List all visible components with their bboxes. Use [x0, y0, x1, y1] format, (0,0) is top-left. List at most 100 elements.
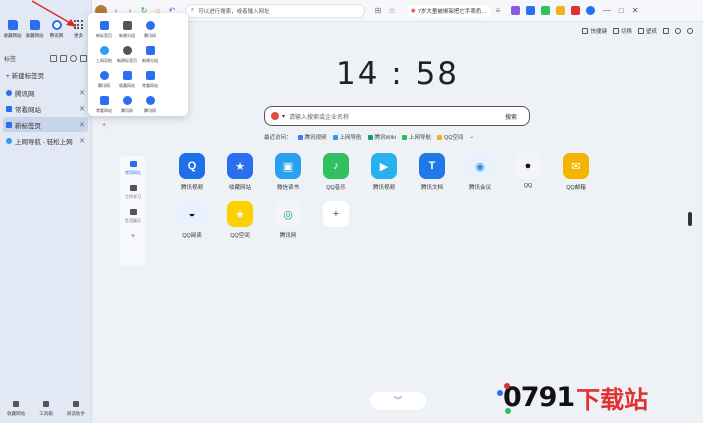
compass-icon	[122, 96, 132, 105]
recent-item[interactable]: 上网导航	[332, 133, 362, 141]
app-shortcut[interactable]: ★ QQ空间	[216, 201, 264, 249]
minimize-button[interactable]: —	[603, 6, 611, 15]
chevron-down-icon[interactable]: ▾	[282, 113, 285, 120]
menu-icon[interactable]: ≡	[491, 4, 505, 18]
popup-item[interactable]: 新标签页	[93, 19, 115, 43]
add-category-button[interactable]: +	[131, 233, 135, 240]
extension-icon[interactable]	[570, 6, 580, 15]
search-engine-icon[interactable]	[271, 112, 279, 120]
switch-button[interactable]: 切换	[612, 27, 632, 35]
copy-icon[interactable]	[50, 54, 57, 62]
switch-icon	[612, 28, 619, 34]
new-tab-button[interactable]: + 新建标签页	[0, 70, 91, 84]
gear-icon[interactable]	[675, 28, 681, 34]
search-icon: ⌕	[191, 7, 195, 13]
popup-item[interactable]: 腾讯网	[139, 19, 161, 43]
extension-icon[interactable]	[555, 6, 565, 15]
shirt-icon[interactable]	[663, 28, 669, 34]
star-icon[interactable]: ☆	[385, 4, 399, 18]
app-grid: Q 腾讯视频 ★ 收藏网站 ▣ 微信读书 ♪ QQ音乐 ▶ 腾讯视频 T 腾讯文档 ◉ 腾讯会…	[168, 153, 608, 249]
tencent-news-icon: ◎	[275, 201, 301, 227]
category-life[interactable]: 生活娱乐	[125, 209, 141, 224]
close-icon[interactable]: ✕	[79, 121, 85, 129]
address-bar[interactable]: ⌕ 可以进行搜索，或者输入网址	[185, 3, 365, 18]
meeting-icon: ◉	[467, 153, 493, 179]
bookmark-icon[interactable]	[60, 54, 67, 62]
site-icon	[436, 134, 442, 140]
category-work[interactable]: 工作学习	[125, 185, 141, 200]
recent-item[interactable]: 上网导航	[401, 133, 431, 141]
tab-favicon-icon	[6, 121, 12, 128]
site-icon	[297, 134, 303, 140]
close-icon[interactable]: ✕	[79, 137, 85, 145]
image-icon	[637, 28, 644, 34]
expand-button[interactable]: ︾	[370, 392, 426, 410]
app-shortcut[interactable]: ▶ 腾讯视频	[360, 153, 408, 201]
app-shortcut[interactable]: ◎ 腾讯网	[264, 201, 312, 249]
app-shortcut[interactable]: ▣ 微信读书	[264, 153, 312, 201]
plus-icon: +	[323, 201, 349, 227]
popup-item[interactable]: 新建分组	[139, 44, 161, 68]
tab-item[interactable]: 常看网站 ✕	[3, 101, 88, 116]
popup-item[interactable]: 常看网站	[93, 94, 115, 118]
sidebar-bottom-item[interactable]: 工具箱	[39, 401, 53, 417]
popup-item[interactable]: 常看网站	[139, 69, 161, 93]
recent-item[interactable]: 腾讯视频	[297, 133, 327, 141]
chevron-down-icon[interactable]: ⌄	[470, 134, 475, 140]
category-common[interactable]: 常用网址	[125, 161, 141, 176]
sidebar-app[interactable]: 收藏网站	[2, 20, 23, 39]
extension-icon[interactable]	[525, 6, 535, 15]
search-input[interactable]: 请输入搜索或企业名称	[289, 112, 505, 121]
popup-item[interactable]: 腾讯网	[93, 69, 115, 93]
group-icon	[145, 46, 155, 55]
popup-item[interactable]: 收藏网站	[116, 69, 138, 93]
tab-item-active[interactable]: 新标签页 ✕	[3, 117, 88, 132]
puzzle-icon[interactable]	[585, 6, 595, 15]
scroll-indicator[interactable]	[688, 212, 692, 226]
app-shortcut[interactable]: T 腾讯文档	[408, 153, 456, 201]
popup-item[interactable]: 腾讯网	[116, 94, 138, 118]
search-icon[interactable]	[70, 54, 77, 62]
app-shortcut[interactable]: ♪ QQ音乐	[312, 153, 360, 201]
extension-icon[interactable]	[540, 6, 550, 15]
search-box[interactable]: ▾ 请输入搜索或企业名称 搜索	[264, 106, 530, 126]
tab-item[interactable]: 腾讯网 ✕	[3, 85, 88, 100]
tab-icon	[99, 21, 109, 30]
popup-item[interactable]: 新建标签页	[116, 44, 138, 68]
star-icon	[13, 401, 20, 407]
address-placeholder: 可以进行搜索，或者输入网址	[198, 8, 270, 15]
wallpaper-button[interactable]: 壁纸	[637, 27, 657, 35]
close-icon[interactable]: ✕	[79, 89, 85, 97]
app-shortcut[interactable]: ✉ QQ邮箱	[552, 153, 600, 201]
watermark-logo: 0791 下载站	[495, 380, 648, 415]
app-shortcut[interactable]: ★ 收藏网站	[216, 153, 264, 201]
popup-item[interactable]: 腾讯网	[139, 94, 161, 118]
recent-item[interactable]: QQ空间	[436, 133, 464, 141]
tab-label: 常看网站	[15, 106, 41, 114]
sidebar-bottom-item[interactable]: 收藏网站	[7, 401, 25, 417]
sidebar-bottom-item[interactable]: 阅读助手	[67, 401, 85, 417]
extension-icon[interactable]	[510, 6, 520, 15]
folder-icon	[6, 105, 12, 112]
add-shortcut-button[interactable]: +	[312, 201, 360, 249]
tab-item[interactable]: 上网导航 - 轻松上网 ✕	[3, 133, 88, 148]
news-ticker[interactable]: ◉ 7岁大童被绑架把它手表扔…	[407, 4, 491, 17]
app-shortcut[interactable]: ● QQ	[504, 153, 552, 201]
app-shortcut[interactable]: ◒ QQ阅读	[168, 201, 216, 249]
maximize-button[interactable]: □	[619, 6, 624, 15]
app-shortcut[interactable]: ◉ 腾讯会议	[456, 153, 504, 201]
search-button[interactable]: 搜索	[505, 112, 517, 121]
popup-item[interactable]: 新建分组	[116, 19, 138, 43]
eye-icon[interactable]	[687, 28, 693, 34]
app-shortcut[interactable]: Q 腾讯视频	[168, 153, 216, 201]
tag-icon	[129, 209, 137, 215]
collapse-icon[interactable]	[80, 54, 87, 62]
sidebar-toolbar: 标签	[0, 52, 91, 64]
close-icon[interactable]: ✕	[79, 105, 85, 113]
close-button[interactable]: ✕	[632, 6, 639, 15]
recent-item[interactable]: 腾讯Wiki	[367, 133, 396, 141]
screenshot-icon[interactable]: ⊞	[371, 4, 385, 18]
popup-add-button[interactable]: +	[93, 119, 115, 143]
popup-item[interactable]: 上网导航	[93, 44, 115, 68]
shortcut-button[interactable]: 快捷键	[582, 27, 607, 35]
